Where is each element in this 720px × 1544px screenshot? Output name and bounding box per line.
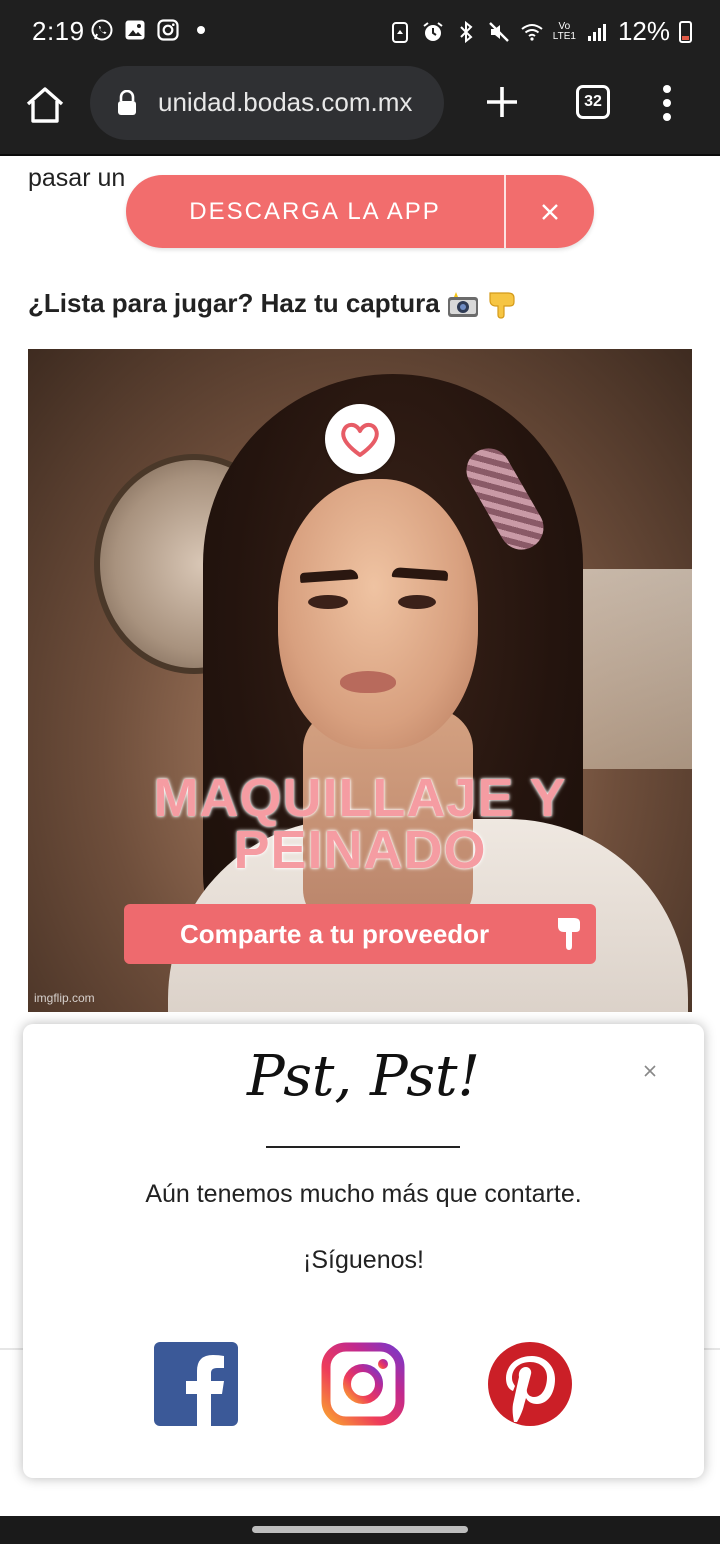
wifi-icon: [521, 23, 543, 41]
model-eye: [398, 595, 436, 609]
modal-follow-label: ¡Síguenos!: [303, 1246, 424, 1274]
download-app-button[interactable]: DESCARGA LA APP: [126, 175, 504, 248]
url-text: unidad.bodas.com.mx: [158, 87, 413, 117]
home-icon[interactable]: [22, 82, 68, 128]
modal-message: Aún tenemos mucho más que contarte.: [145, 1180, 582, 1208]
recycle-icon: [391, 21, 408, 43]
gallery-icon: [125, 20, 145, 40]
instagram-icon: [157, 19, 179, 41]
hero-title-line2: PEINADO: [233, 820, 487, 880]
network-type: Vo LTE1: [552, 20, 576, 42]
heading-text: ¿Lista para jugar? Haz tu captura: [28, 288, 440, 318]
model-lips: [340, 671, 396, 693]
close-icon: [542, 203, 558, 220]
imgflip-watermark: imgflip.com: [34, 991, 95, 1005]
more-menu-icon[interactable]: [652, 82, 682, 124]
hero-image: MAQUILLAJE Y PEINADO Comparte a tu prove…: [28, 349, 692, 1012]
gesture-handle[interactable]: [252, 1526, 468, 1533]
pointing-down-icon: [558, 918, 580, 950]
mute-icon: [488, 21, 509, 42]
share-provider-text: Comparte a tu proveedor: [180, 918, 490, 949]
bluetooth-icon: [460, 20, 473, 43]
pointing-down-icon: [489, 291, 515, 319]
camera-flash-icon: [447, 291, 478, 317]
browser-toolbar: unidad.bodas.com.mx 32: [0, 64, 720, 156]
signal-icon: [587, 23, 606, 41]
share-provider-banner: Comparte a tu proveedor: [124, 904, 596, 964]
address-bar[interactable]: unidad.bodas.com.mx: [90, 66, 444, 140]
article-heading: ¿Lista para jugar? Haz tu captura: [28, 288, 520, 319]
facebook-icon[interactable]: [154, 1342, 238, 1426]
new-tab-icon[interactable]: [482, 82, 522, 122]
more-notifications-dot: [197, 26, 205, 34]
lock-icon: [118, 90, 136, 115]
download-app-banner[interactable]: DESCARGA LA APP: [126, 175, 594, 248]
pinterest-icon[interactable]: [488, 1342, 572, 1426]
article-text: pasar un: [28, 164, 126, 192]
battery-icon: [679, 20, 692, 43]
status-time: 2:19: [32, 16, 85, 46]
modal-divider: [266, 1146, 460, 1148]
modal-title: Pst, Pst!: [247, 1044, 480, 1109]
heart-icon: [341, 422, 379, 457]
system-nav-bar: [0, 1516, 720, 1544]
banner-close-button[interactable]: [506, 175, 594, 248]
system-icons: Vo LTE1 12%: [388, 16, 692, 47]
model-eye: [308, 595, 348, 609]
tab-switcher-button[interactable]: 32: [576, 85, 610, 119]
bodas-logo: [325, 404, 395, 474]
status-bar: 2:19 Vo LTE1 12%: [0, 0, 720, 64]
screen: 2:19 VoLTE1 12% unidad.bodas.com.mx 32: [0, 0, 720, 1544]
whatsapp-icon: [91, 19, 113, 41]
instagram-icon[interactable]: [321, 1342, 405, 1426]
notification-icons: [90, 18, 205, 42]
model-face: [278, 479, 478, 749]
battery-percent: 12%: [617, 16, 670, 46]
follow-us-modal: Pst, Pst! Aún tenemos mucho más que cont…: [23, 1024, 704, 1478]
alarm-icon: [423, 21, 443, 41]
